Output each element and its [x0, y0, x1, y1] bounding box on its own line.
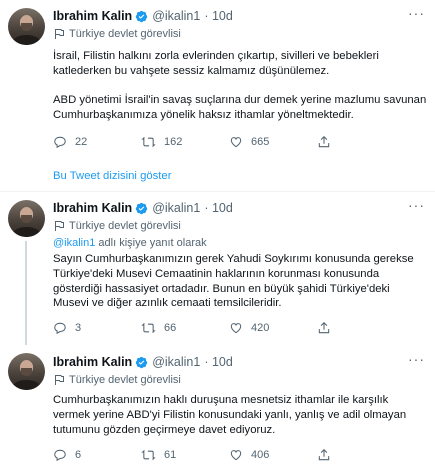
tweet-actions: 3 66 420: [53, 320, 383, 336]
verified-badge-icon: [135, 202, 148, 215]
reply-icon: [54, 449, 66, 462]
government-label-text: Türkiye devlet görevlisi: [69, 374, 181, 386]
heart-icon: [230, 137, 242, 148]
replying-to: @ikalin1 adlı kişiye yanıt olarak: [53, 237, 207, 249]
avatar-beard: [21, 23, 32, 31]
flag-icon: [55, 29, 64, 39]
reply-count: 3: [75, 322, 82, 334]
more-options-icon[interactable]: ···: [408, 197, 425, 213]
retweet-count: 66: [164, 322, 177, 334]
flag-icon: [55, 375, 64, 385]
more-options-icon[interactable]: ···: [408, 5, 425, 21]
like-button[interactable]: 406: [229, 448, 317, 462]
retweet-icon: [141, 322, 156, 334]
author-name[interactable]: Ibrahim Kalin: [53, 201, 132, 215]
heart-icon: [230, 450, 242, 461]
tweet-actions: 22 162 665: [53, 134, 383, 150]
retweet-icon: [141, 449, 156, 461]
author-name[interactable]: Ibrahim Kalin: [53, 355, 132, 369]
author-name[interactable]: Ibrahim Kalin: [53, 9, 132, 23]
share-button[interactable]: [317, 448, 339, 462]
tweet-text: Cumhurbaşkanımızın haklı duruşuna mesnet…: [53, 394, 407, 436]
verified-badge-icon: [135, 356, 148, 369]
tweet-header: Ibrahim Kalin @ikalin1 · 10d: [53, 354, 233, 370]
retweet-count: 162: [164, 136, 183, 148]
show-thread-link[interactable]: Bu Tweet dizisini göster: [53, 170, 171, 182]
avatar[interactable]: [8, 8, 45, 45]
tweet-time[interactable]: · 10d: [204, 355, 233, 369]
verified-badge-icon: [135, 10, 148, 23]
retweet-count: 61: [164, 449, 177, 461]
more-options-icon[interactable]: ···: [408, 351, 425, 367]
avatar-beard: [21, 215, 32, 223]
tweet-time[interactable]: · 10d: [204, 9, 233, 23]
thread-connector: [25, 241, 27, 345]
reply-count: 22: [75, 136, 88, 148]
author-handle[interactable]: @ikalin1: [152, 9, 200, 23]
government-label[interactable]: Türkiye devlet görevlisi: [53, 219, 181, 233]
reply-count: 6: [75, 449, 82, 461]
retweet-button[interactable]: 162: [141, 135, 229, 149]
like-button[interactable]: 420: [229, 321, 317, 335]
tweet-2[interactable]: Ibrahim Kalin @ikalin1 · 10d ··· Türkiye…: [0, 192, 435, 345]
tweet-actions: 6 61 406: [53, 447, 383, 463]
tweet-thread: Ibrahim Kalin @ikalin1 · 10d ··· Türkiye…: [0, 0, 435, 470]
like-count: 665: [251, 136, 270, 148]
replying-suffix: adlı kişiye yanıt olarak: [95, 237, 207, 249]
government-label[interactable]: Türkiye devlet görevlisi: [53, 27, 181, 41]
author-handle[interactable]: @ikalin1: [152, 201, 200, 215]
government-label[interactable]: Türkiye devlet görevlisi: [53, 373, 181, 387]
flag-icon: [55, 221, 64, 231]
tweet-text: İsrail, Filistin halkını zorla evlerinde…: [53, 50, 427, 122]
reply-icon: [54, 322, 66, 335]
tweet-3[interactable]: Ibrahim Kalin @ikalin1 · 10d ··· Türkiye…: [0, 345, 435, 470]
replying-mention[interactable]: @ikalin1: [53, 237, 95, 249]
avatar-suit: [12, 380, 41, 390]
like-button[interactable]: 665: [229, 135, 317, 149]
reply-button[interactable]: 6: [53, 448, 141, 462]
like-count: 406: [251, 449, 270, 461]
avatar[interactable]: [8, 353, 45, 390]
share-icon: [318, 136, 330, 148]
retweet-icon: [141, 136, 156, 148]
tweet-1[interactable]: Ibrahim Kalin @ikalin1 · 10d ··· Türkiye…: [0, 0, 435, 192]
tweet-text: Sayın Cumhurbaşkanımızın gerek Yahudi So…: [53, 253, 414, 310]
government-label-text: Türkiye devlet görevlisi: [69, 28, 181, 40]
retweet-button[interactable]: 66: [141, 321, 229, 335]
share-icon: [318, 449, 330, 461]
tweet-header: Ibrahim Kalin @ikalin1 · 10d: [53, 200, 233, 216]
retweet-button[interactable]: 61: [141, 448, 229, 462]
reply-button[interactable]: 22: [53, 135, 141, 149]
avatar-beard: [21, 368, 32, 376]
reply-button[interactable]: 3: [53, 321, 141, 335]
government-label-text: Türkiye devlet görevlisi: [69, 220, 181, 232]
share-button[interactable]: [317, 135, 339, 149]
author-handle[interactable]: @ikalin1: [152, 355, 200, 369]
avatar-suit: [12, 227, 41, 237]
share-icon: [318, 322, 330, 334]
tweet-time[interactable]: · 10d: [204, 201, 233, 215]
share-button[interactable]: [317, 321, 339, 335]
like-count: 420: [251, 322, 270, 334]
heart-icon: [230, 323, 242, 334]
avatar-suit: [12, 35, 41, 45]
avatar[interactable]: [8, 200, 45, 237]
reply-icon: [54, 136, 66, 149]
tweet-header: Ibrahim Kalin @ikalin1 · 10d: [53, 8, 233, 24]
